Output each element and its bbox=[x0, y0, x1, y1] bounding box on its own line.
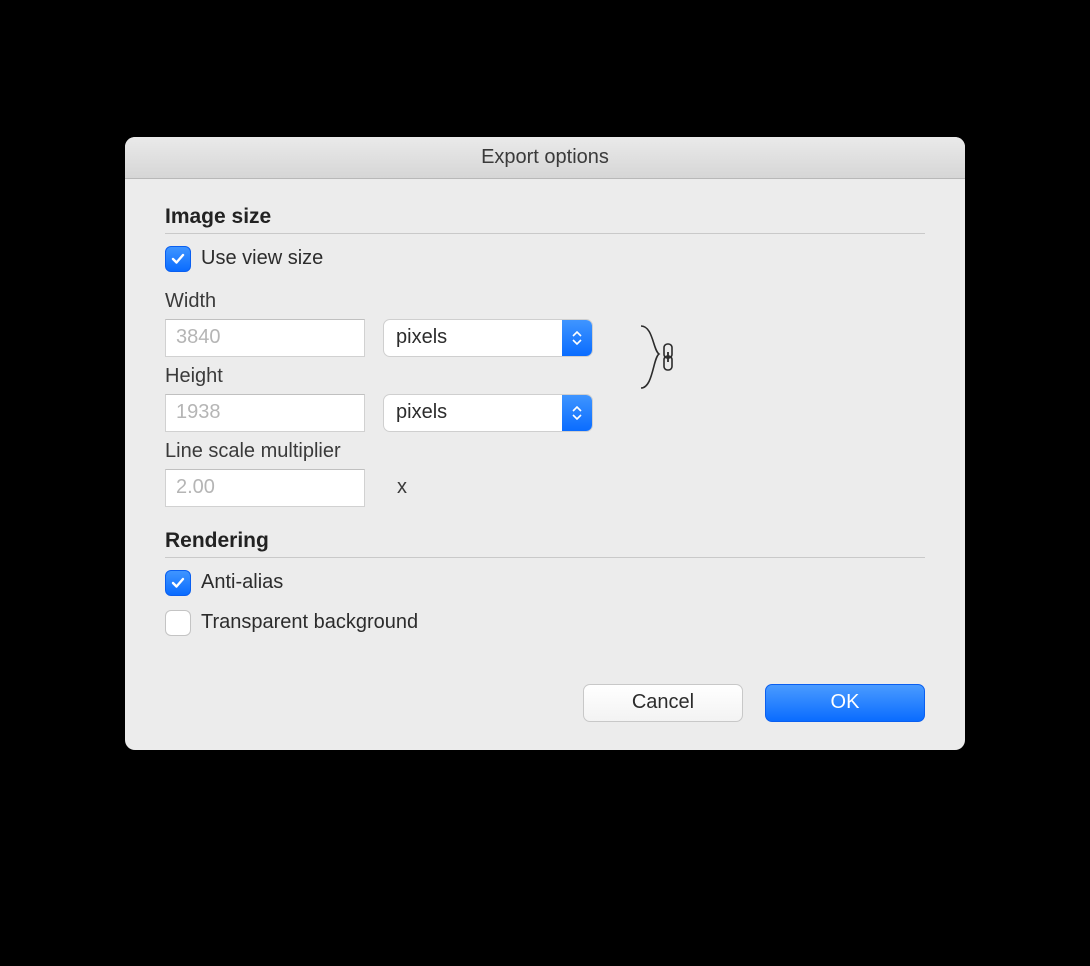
line-scale-input[interactable] bbox=[165, 469, 365, 507]
width-label: Width bbox=[165, 290, 593, 313]
height-units-value: pixels bbox=[396, 401, 447, 424]
width-units-value: pixels bbox=[396, 326, 447, 349]
height-units-select[interactable]: pixels bbox=[383, 394, 593, 432]
anti-alias-label: Anti-alias bbox=[201, 571, 283, 594]
dialog-content: Image size Use view size Width pixels bbox=[125, 179, 965, 750]
chevron-up-down-icon bbox=[562, 320, 592, 356]
width-units-select[interactable]: pixels bbox=[383, 319, 593, 357]
use-view-size-checkbox[interactable] bbox=[165, 246, 191, 272]
cancel-button-label: Cancel bbox=[632, 691, 694, 714]
transparent-bg-checkbox[interactable] bbox=[165, 610, 191, 636]
line-scale-label: Line scale multiplier bbox=[165, 440, 925, 463]
line-scale-suffix: x bbox=[397, 476, 407, 499]
anti-alias-checkbox[interactable] bbox=[165, 570, 191, 596]
titlebar: Export options bbox=[125, 137, 965, 179]
image-size-section-header: Image size bbox=[165, 205, 925, 234]
use-view-size-label: Use view size bbox=[201, 247, 323, 270]
export-options-dialog: Export options Image size Use view size … bbox=[125, 137, 965, 750]
width-input[interactable] bbox=[165, 319, 365, 357]
height-label: Height bbox=[165, 365, 593, 388]
dialog-title: Export options bbox=[481, 146, 609, 169]
transparent-bg-label: Transparent background bbox=[201, 611, 418, 634]
chevron-up-down-icon bbox=[562, 395, 592, 431]
aspect-link-toggle[interactable] bbox=[637, 295, 681, 419]
link-icon bbox=[664, 344, 672, 370]
height-input[interactable] bbox=[165, 394, 365, 432]
ok-button-label: OK bbox=[831, 691, 860, 714]
rendering-section-header: Rendering bbox=[165, 529, 925, 558]
ok-button[interactable]: OK bbox=[765, 684, 925, 722]
cancel-button[interactable]: Cancel bbox=[583, 684, 743, 722]
